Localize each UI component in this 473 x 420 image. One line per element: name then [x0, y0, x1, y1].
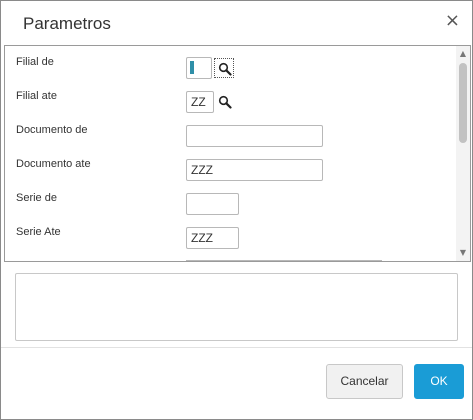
label-serie-ate: Serie Ate: [16, 226, 61, 238]
filial-ate-input[interactable]: ZZ: [186, 91, 214, 113]
label-documento-ate: Documento ate: [16, 158, 91, 170]
magnifier-icon: [218, 62, 232, 76]
documento-ate-input[interactable]: ZZZ: [186, 159, 323, 181]
arrow-up-icon[interactable]: ▲: [458, 49, 468, 59]
filial-ate-lookup-button[interactable]: [215, 92, 235, 112]
cancel-button[interactable]: Cancelar: [326, 364, 403, 399]
serie-de-input[interactable]: [186, 193, 239, 215]
close-icon[interactable]: ×: [445, 12, 460, 30]
ok-button[interactable]: OK: [414, 364, 464, 399]
dialog-title: Parametros: [23, 14, 111, 33]
filial-de-lookup-button[interactable]: [214, 58, 234, 78]
arrow-down-icon[interactable]: ▼: [458, 248, 468, 258]
dialog-title-bar: Parametros ×: [1, 1, 472, 45]
parameters-dialog: Parametros × Filial de Filial ate ZZ Doc…: [0, 0, 473, 420]
magnifier-icon: [218, 95, 232, 109]
scrollbar-thumb[interactable]: [459, 63, 467, 143]
label-filial-ate: Filial ate: [16, 90, 57, 102]
documento-de-input[interactable]: [186, 125, 323, 147]
label-serie-de: Serie de: [16, 192, 57, 204]
parameters-panel: Filial de Filial ate ZZ Documento de Doc…: [4, 45, 471, 262]
footer-divider: [1, 347, 472, 348]
label-filial-de: Filial de: [16, 56, 54, 68]
next-field-partial: [186, 260, 382, 261]
help-text-area: [15, 273, 458, 341]
label-documento-de: Documento de: [16, 124, 88, 136]
vertical-scrollbar[interactable]: ▲ ▼: [456, 46, 470, 261]
serie-ate-input[interactable]: ZZZ: [186, 227, 239, 249]
text-caret: [190, 61, 194, 74]
